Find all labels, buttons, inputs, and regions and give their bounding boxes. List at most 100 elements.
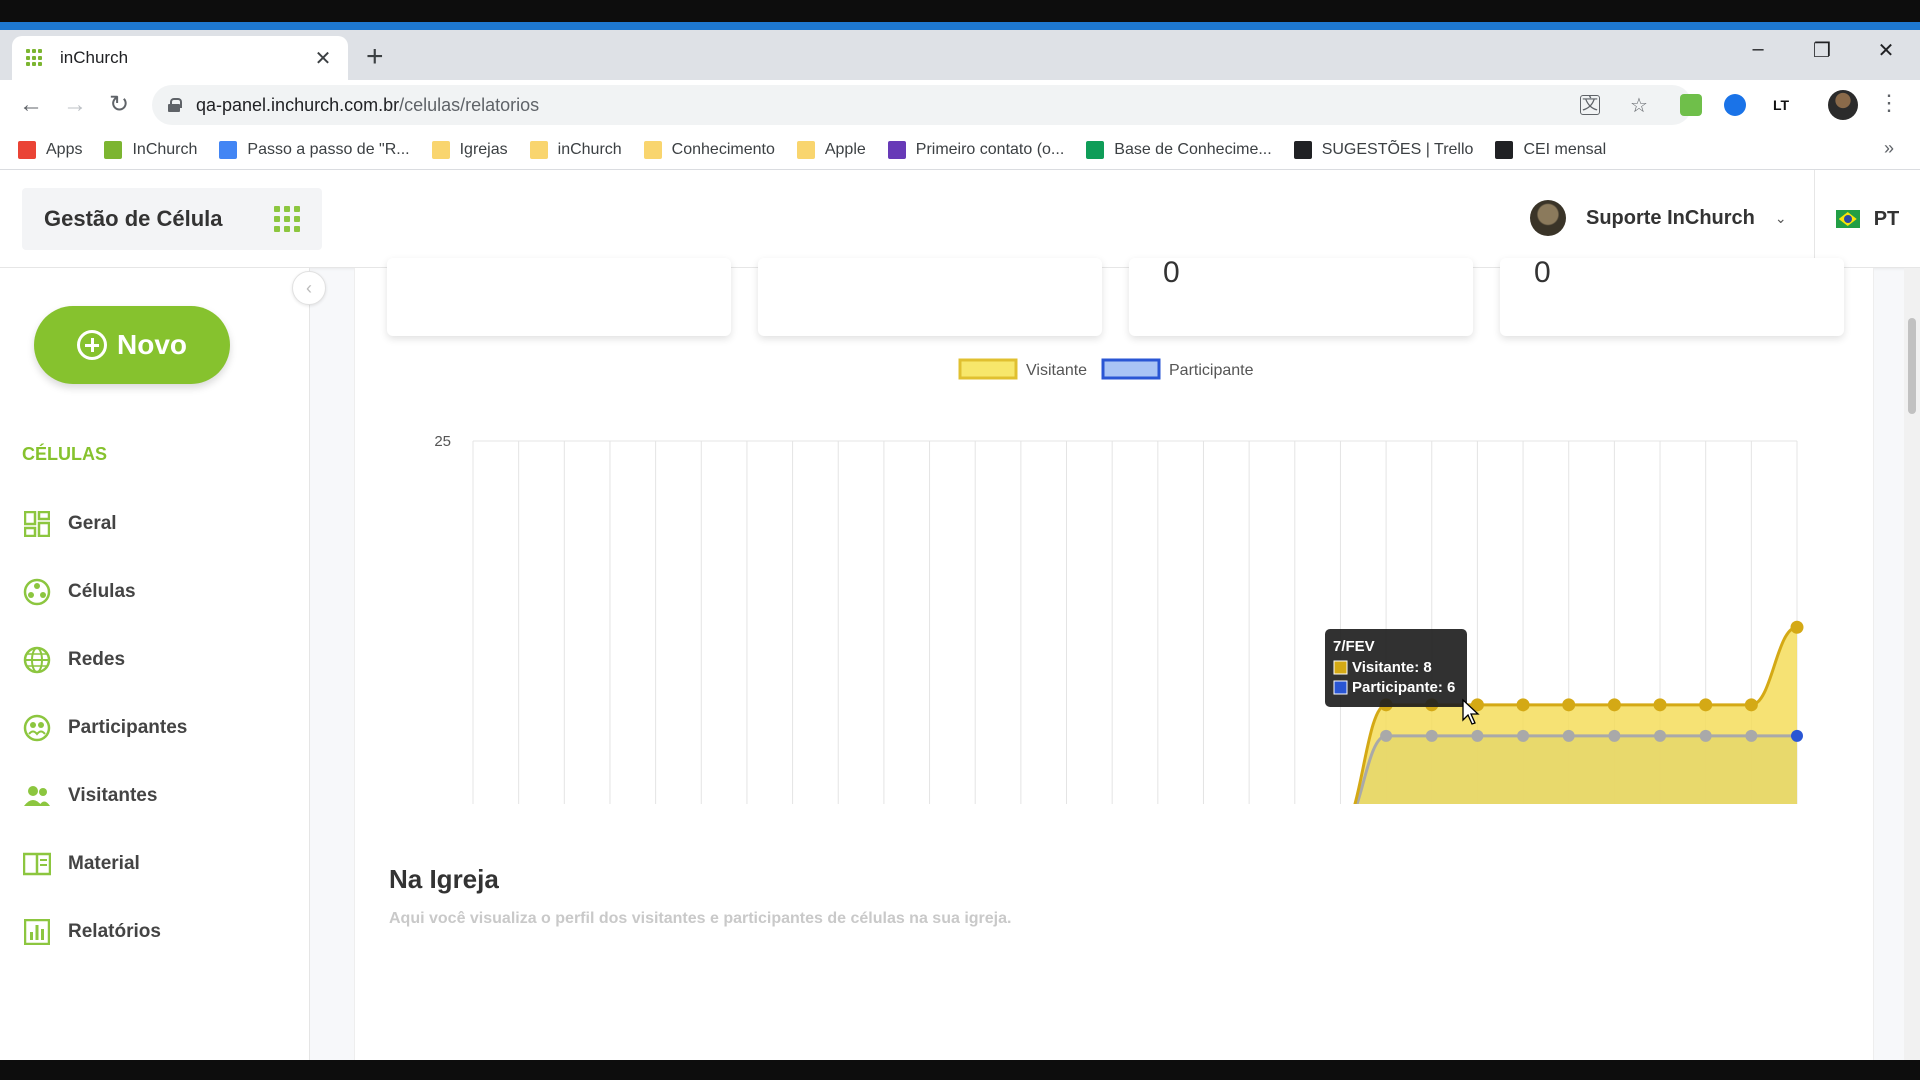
url-path: /celulas/relatorios xyxy=(399,94,540,115)
forward-arrow-icon[interactable]: → xyxy=(60,90,90,120)
new-button[interactable]: Novo xyxy=(34,306,230,384)
tooltip-title: 7/FEV xyxy=(1333,638,1375,655)
legend-swatch xyxy=(958,358,1018,380)
bookmark-item[interactable]: InChurch xyxy=(104,140,198,159)
chevron-down-icon: ⌄ xyxy=(1774,209,1787,226)
user-menu[interactable]: Suporte InChurch ⌄ xyxy=(1530,200,1787,236)
address-bar[interactable]: qa-panel.inchurch.com.br/celulas/relator… xyxy=(152,85,1692,125)
minimize-button[interactable]: – xyxy=(1738,38,1778,61)
data-point-visitante xyxy=(1562,698,1576,712)
translate-icon[interactable]: 文 xyxy=(1580,95,1600,115)
bookmark-item[interactable]: Conhecimento xyxy=(643,140,775,159)
data-point-participante xyxy=(1699,729,1712,742)
apps-grid-icon xyxy=(18,140,36,159)
extension-blue-icon[interactable] xyxy=(1724,94,1746,116)
visitors-icon xyxy=(22,781,52,811)
browser-window: inChurch ✕ + – ❐ ✕ ← → ↻ qa-panel.inchur… xyxy=(0,0,1920,1080)
data-point-participante xyxy=(1745,729,1758,742)
bookmark-item[interactable]: SUGESTÕES | Trello xyxy=(1293,140,1473,159)
language-selector[interactable]: PT xyxy=(1814,170,1920,268)
bookmark-label: InChurch xyxy=(132,140,198,158)
data-point-visitante xyxy=(1653,698,1667,712)
bookmark-label: Primeiro contato (o... xyxy=(915,140,1065,158)
sidebar-item-geral[interactable]: Geral xyxy=(22,490,187,558)
section-heading: Na Igreja xyxy=(389,864,499,894)
sidebar-item-celulas[interactable]: Células xyxy=(22,558,187,626)
extension-lt-icon[interactable]: LT xyxy=(1770,94,1792,116)
new-button-label: Novo xyxy=(117,329,187,360)
card-value: 0 xyxy=(1163,256,1180,289)
new-tab-button[interactable]: + xyxy=(366,42,384,72)
url-text: qa-panel.inchurch.com.br/celulas/relator… xyxy=(196,95,539,116)
inchurch-favicon-icon xyxy=(26,49,44,67)
sidebar-item-label: Visitantes xyxy=(68,785,158,806)
cells-icon xyxy=(22,577,52,607)
collapse-sidebar-button[interactable]: ‹ xyxy=(292,271,326,305)
sidebar-item-participantes[interactable]: Participantes xyxy=(22,694,187,762)
bookmarks-bar: Apps InChurch Passo a passo de "R... Igreja… xyxy=(0,130,1920,170)
bookmark-item[interactable]: Primeiro contato (o... xyxy=(887,140,1065,159)
docs-icon xyxy=(219,140,238,159)
series-area-participante xyxy=(473,735,1797,829)
sidebar-item-label: Redes xyxy=(68,649,126,670)
profile-avatar[interactable] xyxy=(1828,90,1858,120)
browser-tab[interactable]: inChurch ✕ xyxy=(12,36,348,80)
book-icon xyxy=(22,849,52,879)
bookmark-label: inChurch xyxy=(557,140,622,158)
line-chart-container: 02516/JAN17/JAN18/JAN19/JAN20/JAN21/JAN2… xyxy=(355,344,1875,885)
tooltip-swatch xyxy=(1333,680,1348,695)
bookmark-item[interactable]: Apps xyxy=(18,140,82,159)
window-accent-bar xyxy=(0,22,1920,30)
bookmark-item[interactable]: Igrejas xyxy=(431,140,508,159)
bookmark-label: Conhecimento xyxy=(671,140,775,158)
data-point-participante xyxy=(1562,729,1575,742)
reload-icon[interactable]: ↻ xyxy=(104,90,134,120)
folder-icon xyxy=(643,140,662,159)
sidebar-item-label: Geral xyxy=(68,513,117,534)
sidebar-item-relatorios[interactable]: Relatórios xyxy=(22,898,187,966)
section-title: CÉLULAS xyxy=(22,444,107,464)
lock-icon xyxy=(168,98,182,112)
dashboard-icon xyxy=(22,509,52,539)
inchurch-icon xyxy=(104,140,123,159)
data-point-participante xyxy=(1380,729,1393,742)
bookmark-item[interactable]: Apple xyxy=(796,140,866,159)
summary-card: 0 xyxy=(1129,256,1473,336)
bookmark-label: Igrejas xyxy=(459,140,508,158)
back-arrow-icon[interactable]: ← xyxy=(16,90,46,120)
bookmark-item[interactable]: CEI mensal xyxy=(1495,140,1607,159)
bookmark-item[interactable]: Passo a passo de "R... xyxy=(219,140,410,159)
sidebar-item-label: Células xyxy=(68,581,136,602)
data-point-participante xyxy=(1471,729,1484,742)
legend-swatch xyxy=(1101,358,1161,380)
sidebar: Novo CÉLULAS Geral Células Redes Participan… xyxy=(0,268,310,1060)
tooltip-swatch xyxy=(1333,660,1348,675)
bookmark-label: CEI mensal xyxy=(1523,140,1607,158)
plus-circle-icon xyxy=(77,330,107,360)
tab-close-icon[interactable]: ✕ xyxy=(312,46,334,71)
extension-green-icon[interactable] xyxy=(1680,94,1702,116)
bookmark-item[interactable]: inChurch xyxy=(529,140,622,159)
star-icon[interactable]: ☆ xyxy=(1630,93,1648,118)
bookmark-item[interactable]: Base de Conhecime... xyxy=(1086,140,1272,159)
sidebar-item-visitantes[interactable]: Visitantes xyxy=(22,762,187,830)
sidebar-item-redes[interactable]: Redes xyxy=(22,626,187,694)
sidebar-item-material[interactable]: Material xyxy=(22,830,187,898)
scrollbar-thumb[interactable] xyxy=(1908,318,1916,414)
summary-card: 0 xyxy=(1500,256,1844,336)
menu-kebab-icon[interactable]: ⋮ xyxy=(1878,90,1900,116)
page-scrollbar[interactable] xyxy=(1904,268,1920,1060)
card-value: 0 xyxy=(1534,256,1551,289)
user-avatar xyxy=(1530,200,1566,236)
apps-grid-icon[interactable] xyxy=(274,206,300,232)
tooltip-line: Participante: 6 xyxy=(1352,679,1455,696)
bookmarks-more-icon[interactable]: » xyxy=(1884,138,1894,159)
summary-card xyxy=(387,258,731,336)
forms-icon xyxy=(887,140,906,159)
tab-title: inChurch xyxy=(60,48,129,67)
line-chart: 02516/JAN17/JAN18/JAN19/JAN20/JAN21/JAN2… xyxy=(434,358,1804,885)
restore-button[interactable]: ❐ xyxy=(1802,38,1842,63)
close-window-button[interactable]: ✕ xyxy=(1866,38,1906,63)
app-switcher[interactable]: Gestão de Célula xyxy=(22,188,322,250)
data-point-visitante xyxy=(1790,620,1804,634)
